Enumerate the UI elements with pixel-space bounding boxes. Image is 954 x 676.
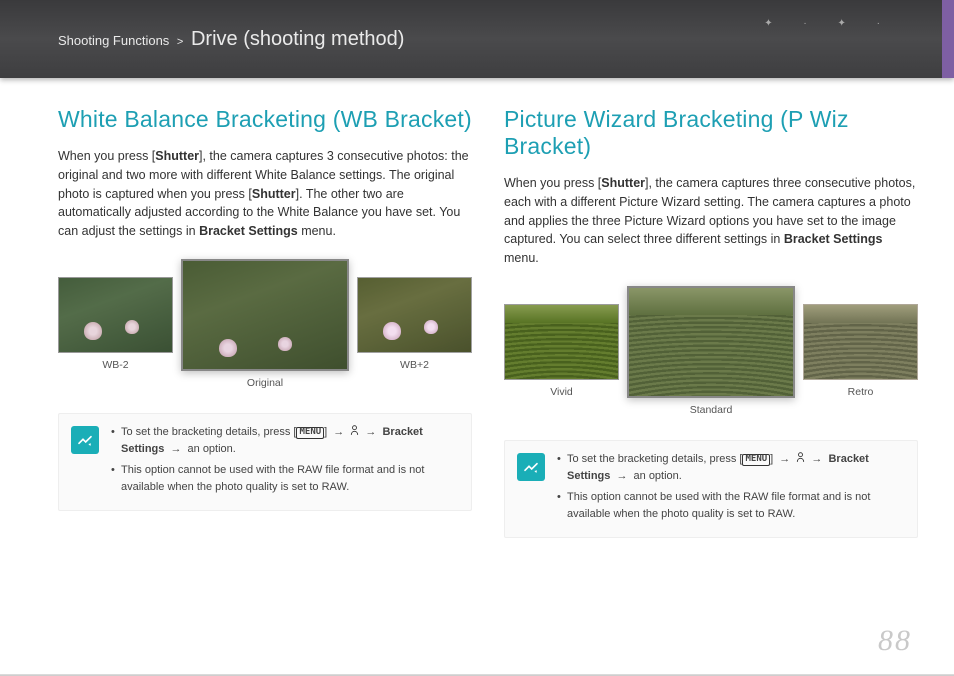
note-item: This option cannot be used with the RAW … [557,489,905,523]
breadcrumb-section: Shooting Functions [58,33,169,48]
thumb-wb-original: Original [181,259,349,389]
thumb-vivid: Vivid [504,304,619,398]
caption: Retro [803,386,918,398]
sample-image [181,259,349,371]
heading-wb-bracket: White Balance Bracketing (WB Bracket) [58,106,472,133]
sample-image [803,304,918,380]
note-item: This option cannot be used with the RAW … [111,462,459,496]
breadcrumb: Shooting Functions > Drive (shooting met… [58,28,404,51]
menu-badge: MENU [296,427,324,439]
note-item: To set the bracketing details, press [ME… [557,451,905,485]
accent-bar [942,0,954,78]
thumb-standard: Standard [627,286,795,416]
note-box-pwiz: To set the bracketing details, press [ME… [504,440,918,538]
page-number: 88 [878,624,912,658]
gallery-wb: WB-2 Original WB+2 [58,259,472,389]
breadcrumb-current: Drive (shooting method) [191,28,404,50]
sample-image [357,277,472,353]
gallery-pwiz: Vivid Standard Retro [504,286,918,416]
sample-image [627,286,795,398]
note-box-wb: To set the bracketing details, press [ME… [58,413,472,511]
caption: WB+2 [357,359,472,371]
content-area: White Balance Bracketing (WB Bracket) Wh… [0,78,954,558]
decorative-sparkles: ✦ · ✦ · [764,18,894,29]
note-icon [517,453,545,481]
menu-badge: MENU [742,454,770,466]
heading-pwiz-bracket: Picture Wizard Bracketing (P Wiz Bracket… [504,106,918,160]
thumb-wb-plus: WB+2 [357,277,472,371]
person-icon [350,425,359,436]
person-icon [796,452,805,463]
caption: WB-2 [58,359,173,371]
sample-image [58,277,173,353]
column-left: White Balance Bracketing (WB Bracket) Wh… [58,106,472,538]
body-pwiz-bracket: When you press [Shutter], the camera cap… [504,174,918,268]
column-right: Picture Wizard Bracketing (P Wiz Bracket… [504,106,918,538]
page-header: Shooting Functions > Drive (shooting met… [0,0,954,78]
breadcrumb-separator: > [177,36,183,48]
note-item: To set the bracketing details, press [ME… [111,424,459,458]
body-wb-bracket: When you press [Shutter], the camera cap… [58,147,472,241]
note-icon [71,426,99,454]
sample-image [504,304,619,380]
caption: Vivid [504,386,619,398]
thumb-wb-minus: WB-2 [58,277,173,371]
caption: Original [181,377,349,389]
thumb-retro: Retro [803,304,918,398]
caption: Standard [627,404,795,416]
